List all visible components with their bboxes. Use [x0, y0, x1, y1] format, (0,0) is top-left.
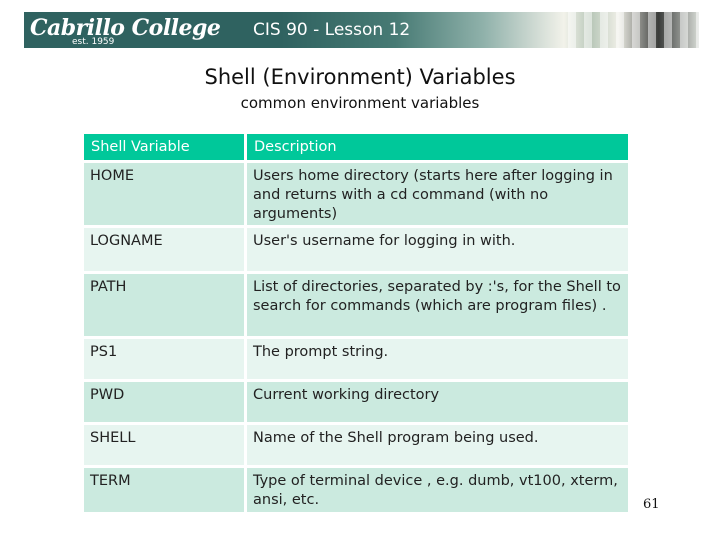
- table-row: PS1 The prompt string.: [84, 339, 628, 379]
- variable-description: Current working directory: [247, 382, 628, 422]
- variable-description: User's username for logging in with.: [247, 228, 628, 271]
- variables-table: Shell Variable Description HOME Users ho…: [81, 131, 631, 515]
- variable-description: Type of terminal device , e.g. dumb, vt1…: [247, 468, 628, 512]
- table-row: PWD Current working directory: [84, 382, 628, 422]
- header-shell-variable: Shell Variable: [84, 134, 244, 160]
- slide-title: Shell (Environment) Variables: [204, 65, 516, 89]
- variable-name: LOGNAME: [84, 228, 244, 271]
- table-row: TERM Type of terminal device , e.g. dumb…: [84, 468, 628, 512]
- variable-name: PS1: [84, 339, 244, 379]
- table-row: LOGNAME User's username for logging in w…: [84, 228, 628, 271]
- table-row: PATH List of directories, separated by :…: [84, 274, 628, 336]
- course-title: CIS 90 - Lesson 12: [253, 20, 411, 40]
- table-row: HOME Users home directory (starts here a…: [84, 163, 628, 225]
- variable-name: PATH: [84, 274, 244, 336]
- variable-name: PWD: [84, 382, 244, 422]
- variable-description: Name of the Shell program being used.: [247, 425, 628, 465]
- variable-description: The prompt string.: [247, 339, 628, 379]
- variable-name: TERM: [84, 468, 244, 512]
- slide-subtitle: common environment variables: [240, 94, 480, 112]
- logo-established: est. 1959: [72, 37, 115, 47]
- variable-name: HOME: [84, 163, 244, 225]
- header-description: Description: [247, 134, 628, 160]
- banner-photo: [560, 12, 699, 48]
- table-header-row: Shell Variable Description: [84, 134, 628, 160]
- variable-description: List of directories, separated by :'s, f…: [247, 274, 628, 336]
- college-logo: Cabrillo College est. 1959: [30, 12, 221, 48]
- page-number: 61: [643, 497, 660, 512]
- logo-name: Cabrillo College: [30, 15, 221, 41]
- variable-description: Users home directory (starts here after …: [247, 163, 628, 225]
- table-row: SHELL Name of the Shell program being us…: [84, 425, 628, 465]
- variable-name: SHELL: [84, 425, 244, 465]
